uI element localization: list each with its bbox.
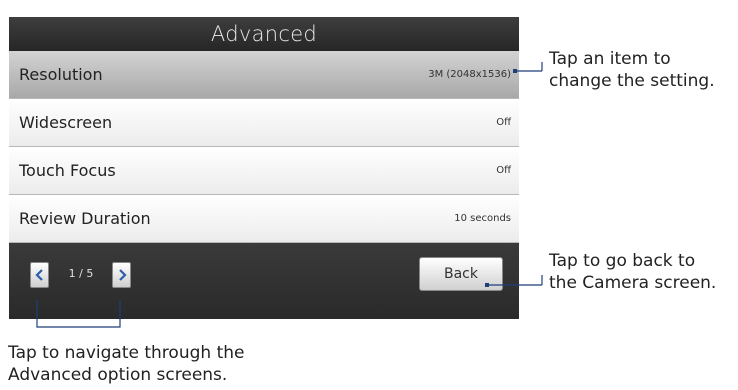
row-value: 3M (2048x1536) [428,69,511,80]
page-indicator: 1 / 5 [68,267,94,280]
row-value: Off [496,117,511,128]
back-button[interactable]: Back [419,257,503,291]
next-page-button[interactable] [112,262,131,288]
chevron-right-icon [118,269,127,281]
callout-back: Tap to go back to the Camera screen. [549,250,716,294]
callout-back-line2: the Camera screen. [549,273,717,293]
row-label: Resolution [19,65,103,84]
callout-item: Tap an item to change the setting. [549,48,715,92]
row-value: 10 seconds [454,213,511,224]
chevron-left-icon [34,269,43,281]
settings-row-touch-focus[interactable]: Touch Focus Off [9,147,519,195]
row-label: Widescreen [19,113,113,132]
settings-row-review-duration[interactable]: Review Duration 10 seconds [9,195,519,243]
row-value: Off [496,165,511,176]
footer-bar: 1 / 5 Back [9,243,519,319]
callout-navigate-line2: Advanced option screens. [8,365,228,385]
callout-item-line2: change the setting. [549,71,715,91]
settings-row-resolution[interactable]: Resolution 3M (2048x1536) [9,51,519,99]
settings-row-widescreen[interactable]: Widescreen Off [9,99,519,147]
callout-back-line1: Tap to go back to [549,251,696,271]
row-label: Review Duration [19,209,151,228]
callout-item-line1: Tap an item to [549,49,671,69]
callout-navigate: Tap to navigate through the Advanced opt… [8,342,244,386]
advanced-settings-screen: Advanced Resolution 3M (2048x1536) Wides… [9,17,519,319]
callout-navigate-line1: Tap to navigate through the [8,343,245,363]
row-label: Touch Focus [19,161,116,180]
previous-page-button[interactable] [30,262,49,288]
screen-title: Advanced [9,17,519,51]
